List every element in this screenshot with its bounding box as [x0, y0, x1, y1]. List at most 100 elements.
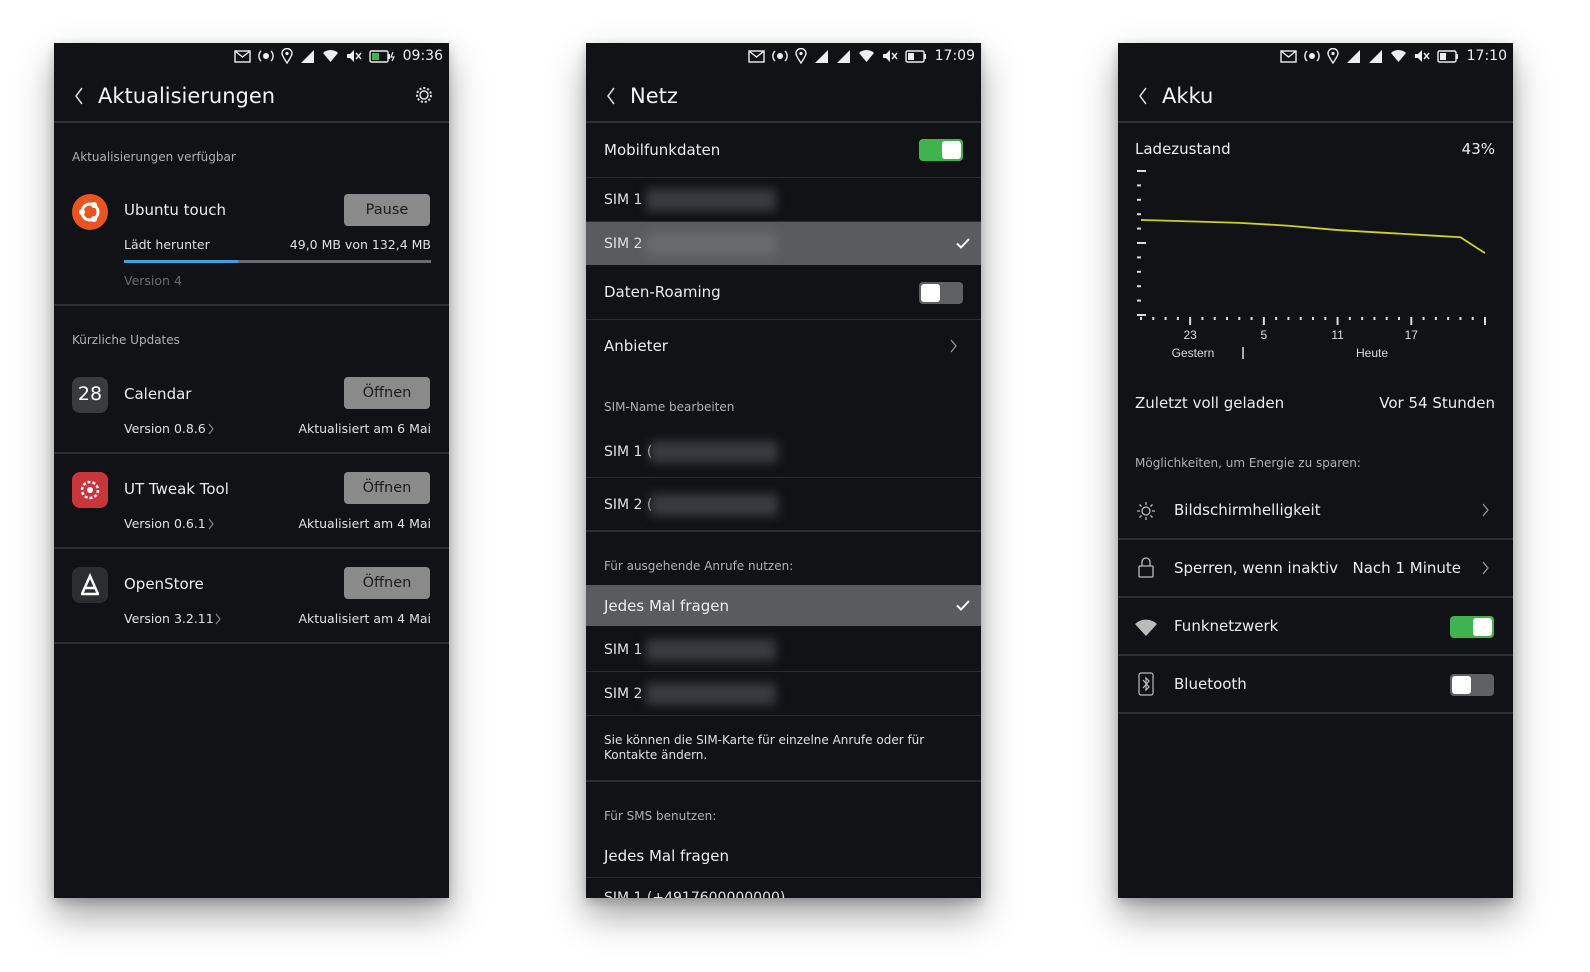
battery-level-line: [1140, 219, 1486, 254]
chevron-right-icon: [1482, 561, 1489, 575]
app-name-openstore: OpenStore: [124, 575, 204, 593]
bluetooth-icon: [1138, 672, 1154, 696]
last-full-value: Vor 54 Stunden: [1379, 394, 1495, 412]
back-icon[interactable]: [1138, 87, 1148, 105]
signal-icon: [1368, 49, 1382, 63]
app-version-openstore[interactable]: Version 3.2.11: [124, 611, 214, 626]
redacted-number: [646, 639, 776, 661]
provider-item[interactable]: Anbieter: [604, 337, 668, 355]
sim1-option[interactable]: SIM 1: [604, 192, 642, 208]
chevron-right-icon: [208, 423, 214, 435]
battery-chart: 23 5 11 17 Gestern Heute: [1137, 170, 1486, 360]
app-date-ut-tweak-tool: Aktualisiert am 4 Mai: [298, 516, 431, 531]
sync-icon: [257, 50, 274, 62]
sim1-name-field[interactable]: SIM 1 (: [604, 444, 652, 460]
signal-icon: [836, 49, 850, 63]
sms-label: Für SMS benutzen:: [604, 809, 717, 823]
mail-icon: [233, 49, 251, 63]
download-app-name: Ubuntu touch: [124, 201, 226, 219]
openstore-icon: [72, 567, 108, 603]
sim2-name-field[interactable]: SIM 2 (: [604, 497, 652, 513]
outgoing-sim1-option[interactable]: SIM 1: [604, 642, 642, 658]
app-name-ut-tweak-tool: UT Tweak Tool: [124, 480, 229, 498]
location-icon: [1326, 48, 1339, 64]
status-bar: 09:36: [54, 43, 449, 71]
mobile-data-toggle[interactable]: [919, 139, 963, 161]
wifi-icon: [322, 50, 338, 62]
app-version-calendar[interactable]: Version 0.8.6: [124, 421, 206, 436]
mute-icon: [882, 50, 898, 62]
status-time: 09:36: [402, 48, 443, 64]
outgoing-calls-label: Für ausgehende Anrufe nutzen:: [604, 559, 794, 573]
roaming-toggle[interactable]: [919, 282, 963, 304]
open-calendar-button[interactable]: Öffnen: [344, 377, 430, 409]
page-header: Akku: [1118, 71, 1513, 123]
redacted-number: [650, 441, 778, 463]
gear-icon[interactable]: [415, 86, 433, 104]
sync-icon: [771, 50, 788, 62]
chevron-right-icon: [1482, 503, 1489, 517]
download-status: Lädt herunter: [124, 237, 210, 252]
mobile-data-label: Mobilfunkdaten: [604, 141, 721, 159]
chevron-right-icon: [208, 518, 214, 530]
charge-label: Ladezustand: [1135, 140, 1231, 158]
app-date-openstore: Aktualisiert am 4 Mai: [298, 611, 431, 626]
outgoing-ask-option[interactable]: Jedes Mal fragen: [604, 597, 729, 615]
download-progress-bar: [124, 260, 431, 263]
sms-sim1-option[interactable]: SIM 1 (+4917600000000): [604, 890, 785, 898]
location-icon: [280, 48, 293, 64]
sms-ask-option[interactable]: Jedes Mal fragen: [604, 847, 729, 865]
wifi-label: Funknetzwerk: [1174, 617, 1279, 635]
sim-name-label: SIM-Name bearbeiten: [604, 400, 735, 414]
recent-label: Kürzliche Updates: [72, 333, 180, 347]
check-icon: [956, 238, 970, 249]
day-label: Heute: [1356, 346, 1388, 360]
bluetooth-toggle[interactable]: [1450, 674, 1494, 696]
page-title: Akku: [1162, 84, 1214, 108]
app-name-calendar: Calendar: [124, 385, 192, 403]
check-icon: [956, 600, 970, 611]
battery-icon: [904, 49, 926, 63]
sim2-option[interactable]: SIM 2: [604, 236, 642, 252]
sync-icon: [1303, 50, 1320, 62]
app-date-calendar: Aktualisiert am 6 Mai: [298, 421, 431, 436]
open-ut-tweak-tool-button[interactable]: Öffnen: [344, 472, 430, 504]
updates-screen: 09:36 Aktualisierungen Aktualisierungen …: [54, 43, 449, 898]
outgoing-sim2-option[interactable]: SIM 2: [604, 686, 642, 702]
page-header: Aktualisierungen: [54, 71, 449, 123]
status-time: 17:09: [934, 48, 975, 64]
wifi-toggle[interactable]: [1450, 616, 1494, 638]
charge-value: 43%: [1461, 140, 1495, 158]
brightness-item[interactable]: Bildschirmhelligkeit: [1174, 501, 1321, 519]
redacted-number: [646, 683, 776, 705]
status-bar: 17:10: [1118, 43, 1513, 71]
chevron-right-icon: [950, 339, 957, 353]
mute-icon: [346, 50, 362, 62]
calendar-icon: 28: [72, 377, 108, 413]
page-header: Netz: [586, 71, 981, 123]
signal-icon: [300, 49, 314, 63]
network-screen: 17:09 Netz Mobilfunkdaten SIM 1 SIM 2 Da…: [586, 43, 981, 898]
back-icon[interactable]: [74, 87, 84, 105]
bluetooth-label: Bluetooth: [1174, 675, 1247, 693]
back-icon[interactable]: [606, 87, 616, 105]
lock-item-label[interactable]: Sperren, wenn inaktiv: [1174, 559, 1338, 577]
day-label: Gestern: [1172, 346, 1215, 360]
chevron-right-icon: [215, 613, 221, 625]
redacted-number: [646, 189, 776, 211]
app-version-ut-tweak-tool[interactable]: Version 0.6.1: [124, 516, 206, 531]
energy-save-label: Möglichkeiten, um Energie zu sparen:: [1135, 456, 1361, 470]
open-openstore-button[interactable]: Öffnen: [344, 567, 430, 599]
download-size: 49,0 MB von 132,4 MB: [289, 237, 431, 252]
available-label: Aktualisierungen verfügbar: [72, 150, 236, 164]
outgoing-hint: Sie können die SIM-Karte für einzelne An…: [604, 733, 925, 762]
status-time: 17:10: [1466, 48, 1507, 64]
x-tick-label: 5: [1261, 328, 1268, 342]
wifi-icon: [1135, 619, 1157, 636]
pause-button[interactable]: Pause: [344, 194, 430, 226]
last-full-label: Zuletzt voll geladen: [1135, 394, 1285, 412]
mail-icon: [747, 49, 765, 63]
location-icon: [794, 48, 807, 64]
x-tick-label: 17: [1405, 328, 1419, 342]
x-tick-label: 23: [1183, 328, 1197, 342]
